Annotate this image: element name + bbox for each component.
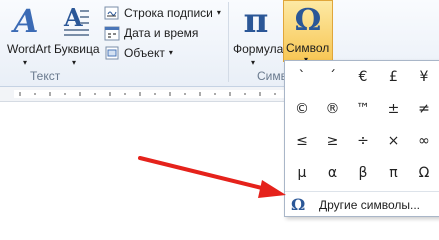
- symbol-cell[interactable]: ®: [318, 95, 348, 122]
- chevron-down-icon: ▾: [216, 8, 221, 17]
- horizontal-ruler[interactable]: [0, 87, 285, 102]
- group-symbols-label: Симв: [257, 69, 287, 83]
- chevron-down-icon: ▾: [72, 58, 77, 67]
- omega-icon: Ω: [291, 195, 306, 214]
- symbol-cell[interactable]: ÷: [348, 127, 378, 154]
- symbol-dropdown: ˋ ´ € £ ¥ © ® ™ ± ≠ ≤ ≥ ÷ × ∞ µ α β π Ω Ω Другие символы...: [284, 60, 439, 217]
- symbol-cell[interactable]: ´: [318, 63, 348, 90]
- signature-line-icon: [104, 5, 120, 21]
- omega-icon: Ω: [294, 2, 322, 38]
- symbol-cell[interactable]: ±: [379, 95, 409, 122]
- symbol-cell[interactable]: Ω: [409, 159, 439, 186]
- symbol-cell[interactable]: µ: [287, 159, 317, 186]
- symbol-cell[interactable]: ¥: [409, 63, 439, 90]
- chevron-down-icon: ▾: [251, 58, 256, 67]
- symbol-cell[interactable]: α: [318, 159, 348, 186]
- symbol-cell[interactable]: €: [348, 63, 378, 90]
- group-separator: [228, 2, 229, 82]
- drop-cap-icon: A: [62, 4, 90, 38]
- wordart-icon: A: [13, 2, 39, 40]
- symbol-cell[interactable]: ™: [348, 95, 378, 122]
- formula-button[interactable]: π Формула ▾: [231, 1, 284, 67]
- symbol-cell[interactable]: ©: [287, 95, 317, 122]
- chevron-down-icon: ▾: [168, 48, 173, 57]
- calendar-icon: [104, 25, 120, 41]
- symbol-cell[interactable]: ≠: [409, 95, 439, 122]
- symbol-cell[interactable]: ∞: [409, 127, 439, 154]
- formula-label: Формула: [233, 42, 284, 56]
- symbol-cell[interactable]: β: [348, 159, 378, 186]
- more-symbols-label: Другие символы...: [319, 197, 420, 212]
- object-icon: [104, 45, 120, 61]
- chevron-down-icon: ▾: [23, 58, 28, 67]
- ruler-ticks: [19, 92, 276, 96]
- more-symbols-item[interactable]: Ω Другие символы...: [285, 191, 439, 217]
- datetime-button[interactable]: Дата и время: [104, 24, 198, 42]
- object-label: Объект: [124, 46, 165, 60]
- drop-cap-label: Буквица: [54, 42, 100, 56]
- pi-icon: π: [243, 1, 269, 41]
- drop-cap-button[interactable]: A Буквица ▾: [52, 2, 100, 67]
- wordart-label: WordArt: [7, 42, 51, 56]
- symbol-button[interactable]: Ω Символ ▾: [283, 0, 333, 64]
- symbol-cell[interactable]: ˋ: [287, 63, 317, 90]
- symbol-cell[interactable]: ≥: [318, 127, 348, 154]
- signature-line-button[interactable]: Строка подписи ▾: [104, 4, 221, 22]
- symbol-cell[interactable]: ×: [379, 127, 409, 154]
- object-button[interactable]: Объект ▾: [104, 44, 173, 62]
- wordart-button[interactable]: A WordArt ▾: [3, 2, 51, 67]
- signature-line-label: Строка подписи: [124, 6, 213, 20]
- datetime-label: Дата и время: [124, 26, 199, 40]
- symbol-cell[interactable]: ≤: [287, 127, 317, 154]
- symbol-cell[interactable]: π: [379, 159, 409, 186]
- group-text-label: Текст: [30, 69, 61, 83]
- symbol-cell[interactable]: £: [379, 63, 409, 90]
